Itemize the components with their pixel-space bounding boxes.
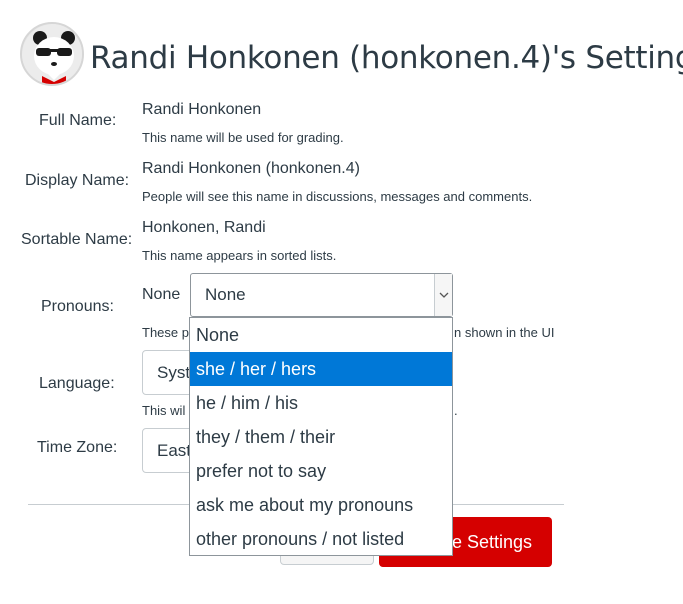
time-zone-select-value: East [157,440,192,460]
update-settings-label: e Settings [451,531,532,552]
pronouns-help-left: These p [142,325,189,340]
language-label: Language: [39,375,115,392]
pronoun-option[interactable]: ask me about my pronouns [190,488,452,522]
sortable-name-value: Honkonen, Randi [142,219,266,236]
full-name-help: This name will be used for grading. [142,130,344,145]
pronoun-option[interactable]: other pronouns / not listed [190,522,452,556]
time-zone-label: Time Zone: [37,439,118,456]
pronoun-option[interactable]: they / them / their [190,420,452,454]
full-name-label: Full Name: [39,112,117,129]
pronoun-option[interactable]: prefer not to say [190,454,452,488]
sortable-name-help: This name appears in sorted lists. [142,248,337,263]
chevron-down-icon[interactable] [434,274,452,316]
language-help-left: This wil [142,403,186,418]
pronouns-select-value: None [205,285,246,304]
full-name-value: Randi Honkonen [142,101,262,118]
sortable-name-label: Sortable Name: [21,231,133,248]
pronouns-label: Pronouns: [41,298,114,315]
page-title: Randi Honkonen (honkonen.4)'s Settings [90,40,683,76]
display-name-value: Randi Honkonen (honkonen.4) [142,160,360,177]
panda-avatar-icon[interactable] [20,22,84,86]
language-select-value: Syst [157,362,191,382]
display-name-label: Display Name: [25,172,130,189]
page-header: Randi Honkonen (honkonen.4)'s Settings [20,22,683,86]
pronoun-option[interactable]: he / him / his [190,386,452,420]
pronouns-current-value: None [142,286,181,303]
pronoun-option[interactable]: None [190,318,452,352]
pronouns-help-right: n shown in the UI [454,325,555,340]
pronoun-option-highlighted[interactable]: she / her / hers [190,352,452,386]
language-help-right: . [454,403,458,418]
display-name-help: People will see this name in discussions… [142,189,533,204]
pronouns-select[interactable]: None [190,273,453,317]
pronouns-dropdown-list[interactable]: None she / her / hers he / him / his the… [189,317,453,556]
